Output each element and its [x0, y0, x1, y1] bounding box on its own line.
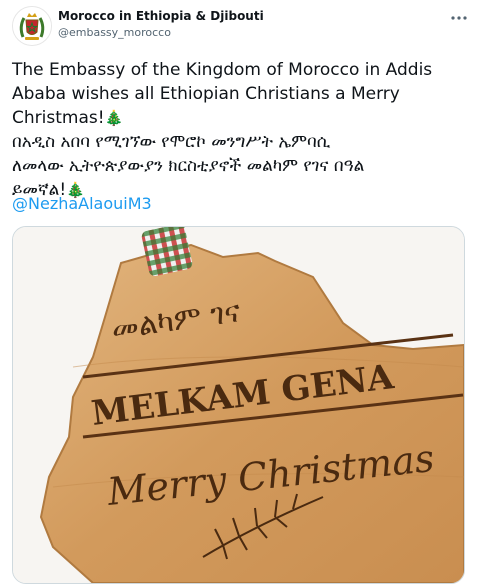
christmas-ornament-image: መልካም ገና MELKAM GENA Merry Christmas [13, 227, 464, 583]
author-handle[interactable]: @embassy_morocco [58, 25, 264, 41]
christmas-tree-icon: 🎄 [104, 109, 124, 127]
tweet-card: Morocco in Ethiopia & Djibouti @embassy_… [0, 0, 485, 588]
author-display-name[interactable]: Morocco in Ethiopia & Djibouti [58, 8, 264, 24]
tweet-text-amharic-2: ለመላው ኢትዮጵያውያን ክርስቲያኖች መልካም የገና በዓል [12, 156, 365, 176]
mention-link[interactable]: @NezhaAlaouiM3 [12, 193, 152, 215]
avatar[interactable] [12, 6, 52, 46]
tweet-text: The Embassy of the Kingdom of Morocco in… [12, 58, 472, 202]
tweet-header: Morocco in Ethiopia & Djibouti @embassy_… [12, 6, 473, 46]
coat-of-arms-icon [13, 7, 51, 45]
author-names: Morocco in Ethiopia & Djibouti @embassy_… [58, 8, 264, 41]
more-options-icon[interactable] [449, 8, 469, 28]
tweet-text-english: The Embassy of the Kingdom of Morocco in… [12, 60, 433, 128]
tweet-text-amharic-1: በአዲስ አበባ የሚገኘው የሞሮኮ መንግሥት ኤምባሲ [12, 132, 331, 152]
tweet-image[interactable]: መልካም ገና MELKAM GENA Merry Christmas [12, 226, 465, 584]
